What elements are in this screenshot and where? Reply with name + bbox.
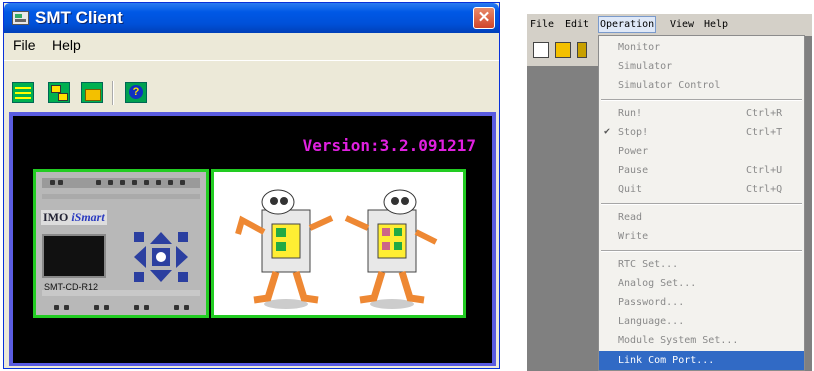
menu-separator (601, 99, 802, 101)
menu-item-power[interactable]: Power (599, 142, 804, 161)
client-area: Version:3.2.091217 IMO iSmart SMT-CD-R12 (9, 112, 496, 366)
menu-item-pause[interactable]: Pause Ctrl+U (599, 161, 804, 180)
editor-window: File Edit Operation View Help Monitor Si… (527, 14, 812, 371)
plc-keypad (134, 232, 188, 282)
plc-device-image: IMO iSmart SMT-CD-R12 (33, 169, 209, 318)
menu-item-simulator-control[interactable]: Simulator Control (599, 76, 804, 95)
mascots-image (211, 169, 466, 318)
plc-brand-label: IMO iSmart (41, 210, 107, 225)
checkmark-icon: ✔ (604, 126, 611, 137)
app-icon[interactable] (12, 11, 29, 25)
menu-item-quit[interactable]: Quit Ctrl+Q (599, 180, 804, 199)
close-button[interactable]: ✕ (473, 7, 495, 29)
menu-item-monitor[interactable]: Monitor (599, 38, 804, 57)
version-text: Version:3.2.091217 (302, 136, 476, 155)
menu-item-read[interactable]: Read (599, 208, 804, 227)
menu-item-password[interactable]: Password... (599, 293, 804, 312)
editor-toolbar (527, 36, 599, 66)
menu-edit[interactable]: Edit (565, 19, 589, 30)
menu-item-rtc-set[interactable]: RTC Set... (599, 255, 804, 274)
menu-item-run[interactable]: Run! Ctrl+R (599, 104, 804, 123)
menu-item-write[interactable]: Write (599, 227, 804, 246)
plc-lcd (42, 234, 106, 278)
window-title: SMT Client (35, 8, 123, 27)
menu-item-link-com-port[interactable]: Link Com Port... (599, 351, 804, 370)
operation-dropdown: Monitor Simulator Simulator Control Run!… (598, 35, 805, 371)
folder-icon[interactable] (81, 82, 103, 103)
menu-item-module-system-set[interactable]: Module System Set... (599, 331, 804, 350)
menu-file[interactable]: File (13, 37, 36, 53)
menu-item-language[interactable]: Language... (599, 312, 804, 331)
smt-client-window: SMT Client ✕ File Help ? Version:3.2.091… (3, 2, 500, 369)
menu-help[interactable]: Help (52, 37, 81, 53)
title-bar[interactable]: SMT Client ✕ (4, 3, 499, 33)
open-folder-icon[interactable] (555, 42, 571, 58)
menu-item-analog-set[interactable]: Analog Set... (599, 274, 804, 293)
mascots-illustration (235, 189, 438, 309)
help-icon[interactable]: ? (125, 82, 147, 103)
menu-view[interactable]: View (670, 19, 694, 30)
menu-help[interactable]: Help (704, 19, 728, 30)
menu-item-stop[interactable]: ✔ Stop! Ctrl+T (599, 123, 804, 142)
menu-separator (601, 203, 802, 205)
menu-file[interactable]: File (530, 19, 554, 30)
save-icon[interactable] (577, 42, 587, 58)
menu-operation[interactable]: Operation (598, 16, 657, 33)
editor-menu-bar: File Edit Operation View Help (527, 14, 812, 36)
splash-screen: Version:3.2.091217 IMO iSmart SMT-CD-R12 (13, 116, 492, 363)
menu-bar: File Help (4, 34, 499, 56)
connect-icon[interactable] (12, 82, 34, 103)
menu-separator (601, 250, 802, 252)
toolbar-separator (112, 81, 114, 105)
new-file-icon[interactable] (533, 42, 549, 58)
transfer-icon[interactable] (48, 82, 70, 103)
toolbar: ? (4, 60, 499, 111)
menu-item-simulator[interactable]: Simulator (599, 57, 804, 76)
